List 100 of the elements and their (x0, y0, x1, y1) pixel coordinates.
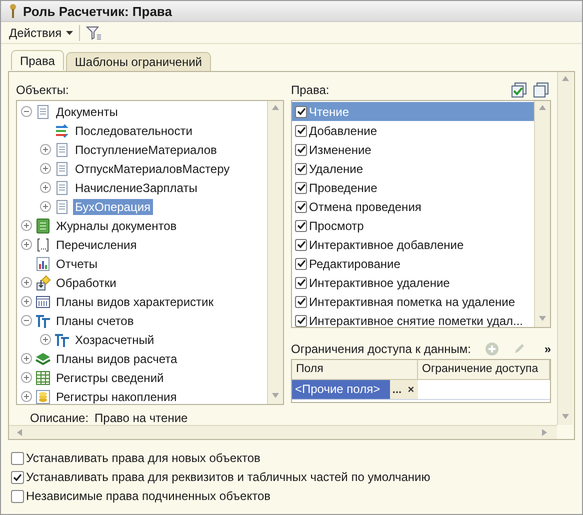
rights-row[interactable]: Добавление (292, 121, 534, 140)
expand-icon[interactable] (40, 144, 51, 155)
checkbox[interactable] (295, 296, 307, 308)
checkbox[interactable] (295, 106, 307, 118)
braces-icon (35, 236, 51, 252)
tab[interactable]: Права (11, 50, 64, 70)
option-label: Устанавливать права для новых объектов (26, 451, 260, 465)
expand-icon[interactable] (40, 163, 51, 174)
layers-icon (35, 350, 51, 366)
checkbox[interactable] (295, 238, 307, 250)
rights-row[interactable]: Отмена проведения (292, 197, 534, 216)
restrictions-label: Ограничения доступа к данным: (291, 342, 472, 356)
tree-item[interactable]: Журналы документов (54, 218, 179, 234)
collapse-icon[interactable] (21, 106, 32, 117)
right-label: Интерактивное удаление (309, 276, 450, 290)
caret-icon (66, 30, 73, 34)
tab[interactable]: Шаблоны ограничений (66, 52, 211, 71)
right-label: Проведение (309, 180, 378, 194)
checkbox[interactable] (295, 144, 307, 156)
grid-icon (35, 294, 51, 310)
more-button[interactable]: » (544, 342, 551, 356)
expand-icon[interactable] (40, 201, 51, 212)
window-title: Роль Расчетчик: Права (23, 4, 172, 18)
expand-icon[interactable] (21, 296, 32, 307)
tree-item[interactable]: Регистры сведений (54, 370, 166, 386)
checkbox[interactable] (295, 314, 307, 326)
tree-item[interactable]: Документы (54, 104, 120, 120)
description-text: Право на чтение (94, 411, 188, 425)
checkbox[interactable] (295, 220, 307, 232)
rights-row[interactable]: Интерактивное снятие пометки удал... (292, 311, 534, 327)
account-icon (35, 312, 51, 328)
column-header[interactable]: Поля (292, 360, 418, 379)
checkbox[interactable] (11, 470, 24, 484)
document-icon (54, 180, 70, 196)
processing-icon (35, 274, 51, 290)
tree-item[interactable]: Планы счетов (54, 312, 136, 328)
option-label: Устанавливать права для реквизитов и табличных частей по умолчанию (26, 470, 430, 484)
expand-icon[interactable] (40, 182, 51, 193)
choose-button[interactable]: ... (390, 380, 404, 399)
rights-row[interactable]: Изменение (292, 140, 534, 159)
right-label: Редактирование (309, 256, 400, 270)
table-icon (35, 370, 51, 386)
journal-icon (35, 218, 51, 234)
expand-icon[interactable] (21, 239, 32, 250)
expand-icon[interactable] (21, 220, 32, 231)
tree-item[interactable]: ОтпускМатериаловМастеру (73, 160, 232, 176)
rights-row[interactable]: Удаление (292, 159, 534, 178)
tree-item[interactable]: ПоступлениеМатериалов (73, 142, 219, 158)
check-all-icon[interactable] (511, 82, 527, 98)
rights-row[interactable]: Интерактивная пометка на удаление (292, 292, 534, 311)
tree-item[interactable]: Перечисления (54, 236, 139, 252)
checkbox[interactable] (295, 200, 307, 212)
objects-label: Объекты: (16, 83, 69, 97)
actions-menu[interactable]: Действия (7, 24, 80, 40)
expand-icon[interactable] (21, 277, 32, 288)
checkbox[interactable] (295, 162, 307, 174)
rights-label: Права: (291, 83, 330, 97)
checkbox[interactable] (295, 258, 307, 270)
clear-button[interactable]: × (404, 380, 418, 399)
tree-item[interactable]: Последовательности (73, 122, 194, 138)
document-icon (54, 142, 70, 158)
rights-row[interactable]: Интерактивное добавление (292, 235, 534, 254)
description-label: Описание: (30, 411, 89, 425)
expand-icon[interactable] (21, 391, 32, 402)
right-label: Удаление (309, 162, 364, 176)
filter-icon[interactable] (86, 24, 102, 40)
arrows-icon (54, 122, 70, 138)
checkbox[interactable] (295, 124, 307, 136)
expand-icon[interactable] (40, 334, 51, 345)
tree-item[interactable]: Отчеты (54, 256, 100, 272)
rights-row[interactable]: Редактирование (292, 254, 534, 273)
key-icon (9, 3, 17, 19)
column-header[interactable]: Ограничение доступа (418, 360, 550, 379)
right-label: Интерактивное добавление (309, 238, 464, 252)
collapse-icon[interactable] (21, 315, 32, 326)
tree-item[interactable]: Хозрасчетный (73, 332, 156, 348)
right-label: Отмена проведения (309, 200, 422, 214)
tree-item[interactable]: Регистры накопления (54, 388, 179, 404)
checkbox[interactable] (11, 452, 24, 464)
document-icon (54, 160, 70, 176)
checkbox[interactable] (11, 490, 24, 502)
right-label: Чтение (309, 104, 350, 118)
expand-icon[interactable] (21, 353, 32, 364)
tree-item[interactable]: Обработки (54, 274, 118, 290)
document-icon (35, 104, 51, 120)
table-cell[interactable]: <Прочие поля> (292, 380, 390, 399)
tree-item[interactable]: Планы видов характеристик (54, 294, 216, 310)
tree-item[interactable]: НачислениеЗарплаты (73, 180, 200, 196)
checkbox[interactable] (295, 182, 307, 194)
uncheck-all-icon[interactable] (533, 82, 549, 98)
option-label: Независимые права подчиненных объектов (26, 489, 271, 503)
bar-chart-icon (35, 256, 51, 272)
expand-icon[interactable] (21, 372, 32, 383)
tree-item[interactable]: Планы видов расчета (54, 350, 180, 366)
checkbox[interactable] (295, 276, 307, 288)
rights-row[interactable]: Проведение (292, 178, 534, 197)
rights-row[interactable]: Интерактивное удаление (292, 273, 534, 292)
right-label: Интерактивное снятие пометки удал... (309, 314, 523, 327)
right-label: Добавление (309, 124, 377, 138)
rights-row[interactable]: Просмотр (292, 216, 534, 235)
